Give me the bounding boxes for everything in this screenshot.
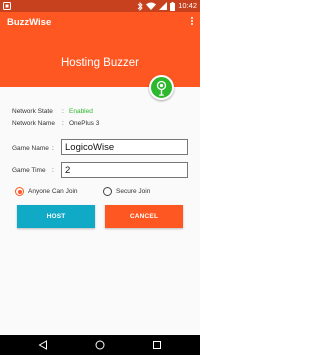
secure-join-label: Secure Join bbox=[116, 188, 151, 195]
notification-icon bbox=[3, 2, 11, 10]
buzzer-fab[interactable] bbox=[149, 75, 174, 100]
game-time-label: Game Time bbox=[12, 167, 46, 174]
game-time-input[interactable] bbox=[61, 162, 188, 178]
game-name-colon: : bbox=[52, 145, 54, 152]
game-name-input[interactable] bbox=[61, 139, 188, 155]
status-icons: 10:42 bbox=[137, 1, 197, 11]
game-time-colon: : bbox=[52, 167, 54, 174]
buzzer-icon bbox=[156, 80, 167, 96]
anyone-can-join-option[interactable]: Anyone Can Join bbox=[15, 186, 78, 197]
network-name-colon: : bbox=[62, 120, 64, 127]
wifi-icon bbox=[146, 2, 157, 10]
status-bar: 10:42 bbox=[0, 0, 200, 12]
host-button[interactable]: HOST bbox=[17, 205, 95, 228]
cancel-button[interactable]: CANCEL bbox=[105, 205, 183, 228]
more-vert-icon[interactable] bbox=[189, 17, 195, 29]
back-icon[interactable] bbox=[38, 340, 48, 350]
anyone-can-join-label: Anyone Can Join bbox=[28, 188, 78, 195]
app-screen: 10:42 BuzzWise Hosting Buzzer Network St… bbox=[0, 0, 200, 355]
bluetooth-icon bbox=[137, 1, 143, 11]
signal-icon bbox=[159, 2, 168, 10]
navigation-bar bbox=[0, 335, 200, 355]
status-time: 10:42 bbox=[178, 1, 197, 10]
app-bar: BuzzWise bbox=[0, 12, 200, 34]
network-state-colon: : bbox=[62, 108, 64, 115]
secure-join-option[interactable]: Secure Join bbox=[103, 186, 150, 197]
recents-icon[interactable] bbox=[152, 340, 162, 350]
network-name-value: OnePlus 3 bbox=[69, 120, 100, 127]
app-title: BuzzWise bbox=[7, 17, 52, 28]
anyone-can-join-radio[interactable] bbox=[15, 187, 24, 196]
home-icon[interactable] bbox=[95, 340, 105, 350]
network-state-value: Enabled bbox=[69, 108, 93, 115]
network-state-label: Network State bbox=[12, 108, 53, 115]
game-name-label: Game Name bbox=[12, 145, 49, 152]
battery-icon bbox=[170, 1, 176, 11]
network-name-label: Network Name bbox=[12, 120, 55, 127]
secure-join-radio[interactable] bbox=[103, 187, 112, 196]
banner-title: Hosting Buzzer bbox=[61, 57, 139, 69]
